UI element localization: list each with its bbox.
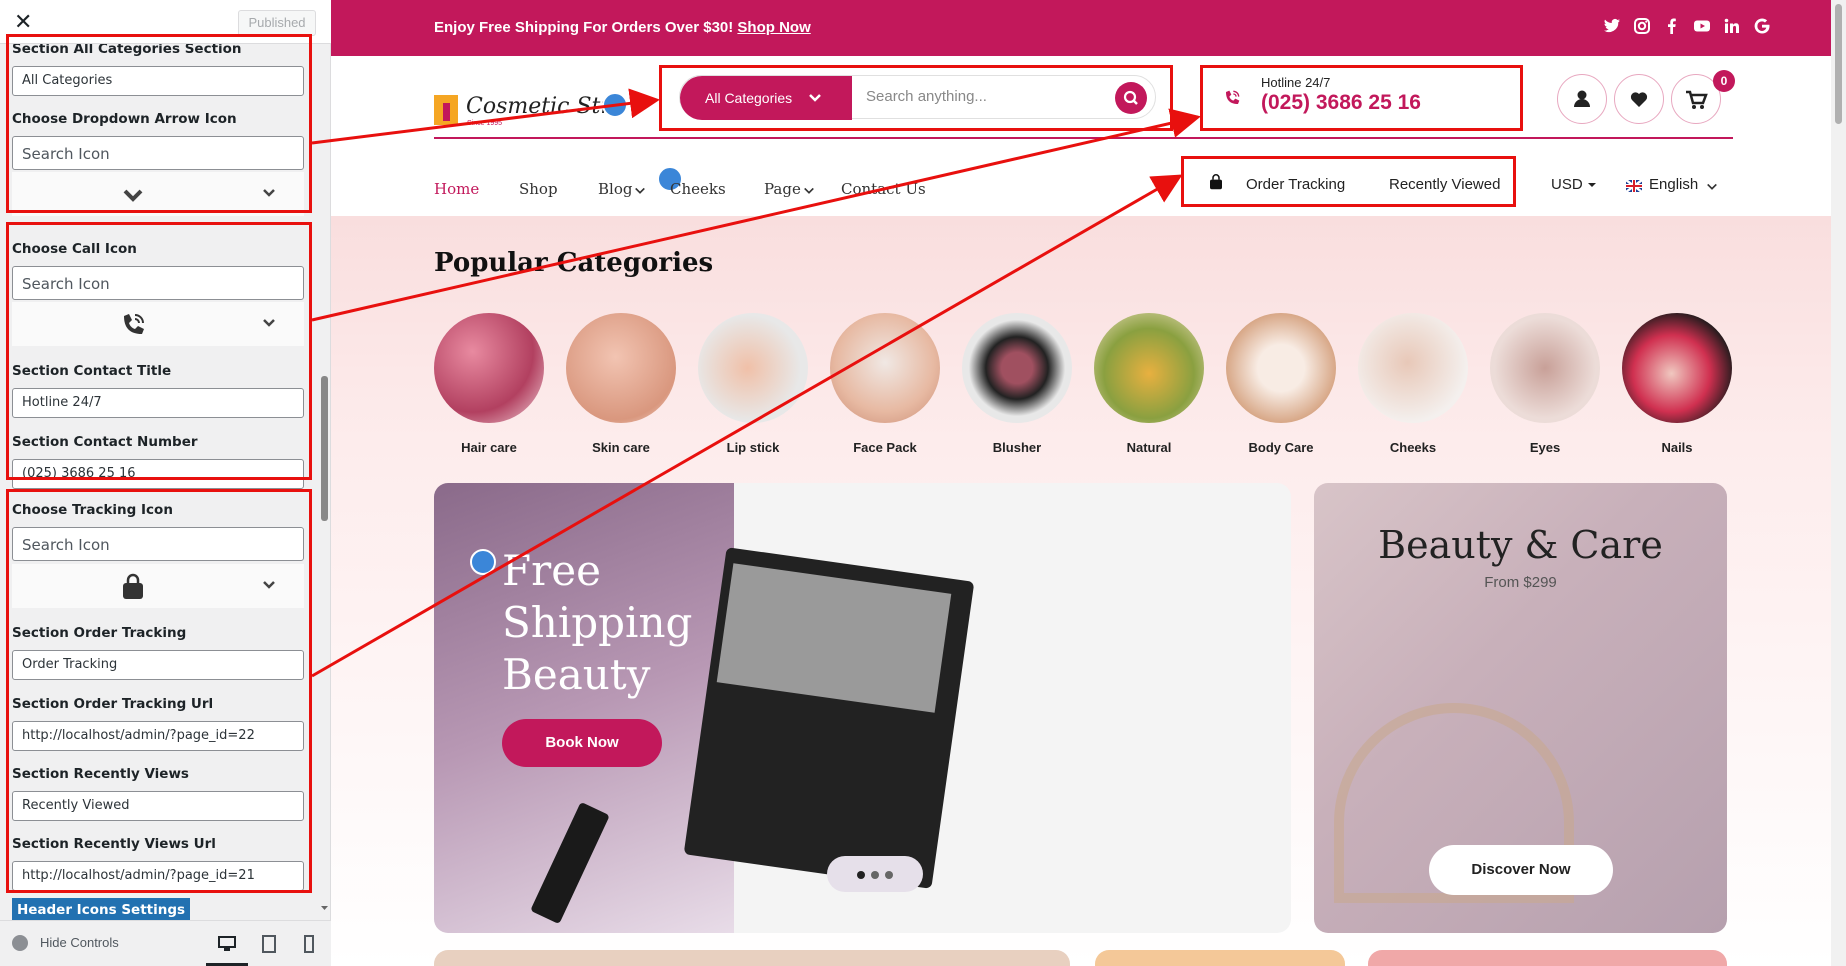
category-label[interactable]: Body Care	[1226, 440, 1336, 455]
currency-select[interactable]: USD	[1551, 176, 1583, 193]
category-label[interactable]: Nails	[1622, 440, 1732, 455]
edit-shortcut-icon[interactable]	[470, 549, 496, 575]
edit-shortcut-icon[interactable]	[602, 92, 628, 118]
page-scrollbar[interactable]	[1831, 0, 1846, 966]
category-cheeks-image[interactable]	[1358, 313, 1468, 423]
header-icons-settings-tab[interactable]: Header Icons Settings	[12, 898, 190, 922]
category-label[interactable]: Skin care	[566, 440, 676, 455]
account-button[interactable]	[1557, 74, 1607, 124]
linkedin-icon[interactable]	[1723, 17, 1741, 35]
nav-blog[interactable]: Blog	[598, 180, 632, 198]
promo-subtitle: From $299	[1484, 574, 1557, 591]
tile	[1095, 950, 1345, 966]
nav-cheeks[interactable]: Cheeks	[670, 180, 726, 198]
logo-subtitle: Since 1995	[467, 120, 503, 127]
category-face-pack-image[interactable]	[830, 313, 940, 423]
facebook-icon[interactable]	[1663, 17, 1681, 35]
shop-now-link[interactable]: Shop Now	[737, 19, 810, 36]
logo-text: Cosmetic Str	[466, 94, 611, 119]
category-label[interactable]: Blusher	[962, 440, 1072, 455]
annotation-box-tracking-links	[1181, 156, 1516, 207]
category-label[interactable]: Face Pack	[830, 440, 940, 455]
youtube-icon[interactable]	[1693, 17, 1711, 35]
category-label[interactable]: Eyes	[1490, 440, 1600, 455]
customizer-footer: Hide Controls	[0, 920, 331, 966]
category-eyes-image[interactable]	[1490, 313, 1600, 423]
annotation-box-search	[659, 65, 1173, 131]
category-label[interactable]: Hair care	[434, 440, 544, 455]
language-select[interactable]: English	[1649, 176, 1698, 193]
user-icon	[1574, 90, 1590, 107]
category-label[interactable]: Cheeks	[1358, 440, 1468, 455]
tile	[1368, 950, 1727, 966]
site-preview: Enjoy Free Shipping For Orders Over $30!…	[331, 0, 1831, 966]
category-natural-image[interactable]	[1094, 313, 1204, 423]
lipstick-logo-icon	[434, 95, 458, 125]
hide-controls-icon[interactable]	[12, 935, 28, 951]
category-nails-image[interactable]	[1622, 313, 1732, 423]
instagram-icon[interactable]	[1633, 17, 1651, 35]
slider-dot[interactable]	[885, 871, 893, 879]
caret-down-icon	[1588, 183, 1596, 187]
annotation-box-categories	[6, 34, 312, 213]
uk-flag-icon	[1626, 180, 1642, 192]
tile	[434, 950, 1070, 966]
slider-dots	[827, 856, 923, 892]
site-logo[interactable]: Cosmetic Str Since 1995	[434, 92, 634, 132]
category-label[interactable]: Natural	[1094, 440, 1204, 455]
tablet-preview-icon[interactable]	[260, 935, 278, 953]
nav-home[interactable]: Home	[434, 180, 479, 198]
heart-icon	[1630, 92, 1648, 107]
desktop-preview-icon[interactable]	[218, 935, 236, 953]
wishlist-button[interactable]	[1614, 74, 1664, 124]
chevron-down-icon	[1707, 183, 1717, 190]
hide-controls-button[interactable]: Hide Controls	[40, 935, 119, 950]
category-hair-care-image[interactable]	[434, 313, 544, 423]
customizer-panel: ✕ Published Section All Categories Secti…	[0, 0, 331, 966]
social-links	[1603, 17, 1771, 35]
category-blusher-image[interactable]	[962, 313, 1072, 423]
nav-contact-us[interactable]: Contact Us	[841, 180, 926, 198]
google-icon[interactable]	[1753, 17, 1771, 35]
category-skin-care-image[interactable]	[566, 313, 676, 423]
header-divider	[434, 137, 1733, 139]
category-lip-stick-image[interactable]	[698, 313, 808, 423]
promo-banner[interactable]: Beauty & Care From $299 Discover Now	[1314, 483, 1727, 933]
slider-dot-active[interactable]	[857, 871, 865, 879]
promo-title: Beauty & Care	[1378, 523, 1663, 567]
hero-banner[interactable]: Free Shipping Beauty Book Now	[434, 483, 1291, 933]
panel-scrollbar[interactable]	[318, 44, 331, 920]
discover-now-button[interactable]: Discover Now	[1429, 845, 1613, 895]
topbar-message: Enjoy Free Shipping For Orders Over $30!…	[434, 19, 811, 36]
category-body-care-image[interactable]	[1226, 313, 1336, 423]
mobile-preview-icon[interactable]	[300, 935, 318, 953]
cart-count-badge: 0	[1713, 70, 1735, 92]
chevron-down-icon	[635, 187, 645, 194]
nav-shop[interactable]: Shop	[519, 180, 558, 198]
book-now-button[interactable]: Book Now	[502, 719, 662, 767]
popular-categories-title: Popular Categories	[434, 248, 714, 278]
page-scrollbar-thumb[interactable]	[1835, 4, 1842, 124]
annotation-box-tracking	[6, 489, 312, 893]
annotation-box-hotline	[1200, 65, 1523, 131]
close-icon[interactable]: ✕	[14, 10, 32, 34]
chevron-down-icon	[804, 187, 814, 194]
top-bar: Enjoy Free Shipping For Orders Over $30!…	[331, 0, 1831, 56]
category-label[interactable]: Lip stick	[698, 440, 808, 455]
hero-title: Free Shipping Beauty	[502, 546, 693, 699]
nav-page[interactable]: Page	[764, 180, 801, 198]
published-button[interactable]: Published	[238, 10, 316, 36]
annotation-box-contact	[6, 222, 312, 480]
slider-dot[interactable]	[871, 871, 879, 879]
twitter-icon[interactable]	[1603, 17, 1621, 35]
